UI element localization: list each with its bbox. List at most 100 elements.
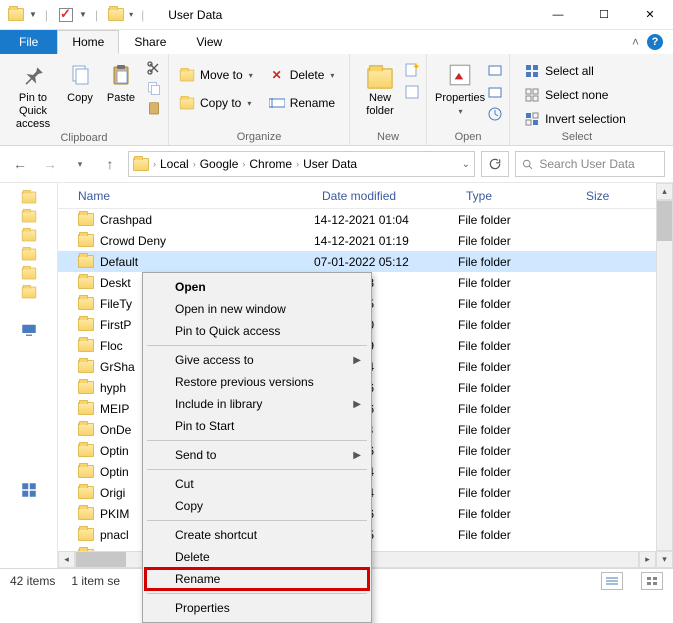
chevron-right-icon: ▶	[353, 399, 361, 410]
column-date[interactable]: Date modified	[314, 189, 458, 203]
ctx-delete[interactable]: Delete	[145, 546, 369, 568]
ctx-pin-start[interactable]: Pin to Start	[145, 415, 369, 437]
chevron-right-icon[interactable]: ›	[296, 159, 299, 169]
breadcrumb[interactable]: User Data	[303, 157, 357, 171]
tree-folder-icon[interactable]	[21, 211, 35, 223]
invert-selection-button[interactable]: Invert selection	[520, 110, 630, 128]
select-none-label: Select none	[545, 88, 608, 102]
tree-folder-icon[interactable]	[21, 287, 35, 299]
column-name[interactable]: Name	[58, 189, 314, 203]
ctx-open-new-window[interactable]: Open in new window	[145, 298, 369, 320]
tab-share[interactable]: Share	[119, 30, 181, 54]
qat-caret-icon[interactable]: ▼	[79, 10, 87, 19]
tree-folder-icon[interactable]	[21, 192, 35, 204]
chevron-right-icon[interactable]: ›	[242, 159, 245, 169]
this-pc-icon[interactable]	[20, 321, 38, 339]
column-size[interactable]: Size	[578, 189, 632, 203]
search-box[interactable]	[515, 151, 665, 177]
ctx-open[interactable]: Open	[145, 276, 369, 298]
copy-to-button[interactable]: Copy to ▾	[175, 94, 257, 112]
tree-folder-icon[interactable]	[21, 249, 35, 261]
edit-icon[interactable]	[487, 84, 503, 100]
back-button[interactable]: ←	[8, 152, 32, 176]
details-view-button[interactable]	[601, 572, 623, 590]
help-icon[interactable]: ?	[647, 34, 663, 50]
address-history-button[interactable]: ⌄	[462, 159, 470, 170]
ctx-rename[interactable]: Rename	[145, 568, 369, 590]
qat-caret-icon[interactable]: ▼	[29, 10, 37, 19]
delete-button[interactable]: ✕ Delete ▾	[265, 66, 339, 84]
rename-button[interactable]: Rename	[265, 94, 339, 112]
large-icons-view-button[interactable]	[641, 572, 663, 590]
tab-file[interactable]: File	[0, 30, 57, 54]
search-input[interactable]	[539, 157, 658, 171]
tree-folder-icon[interactable]	[21, 268, 35, 280]
group-label-organize: Organize	[169, 131, 349, 145]
select-all-button[interactable]: Select all	[520, 62, 630, 80]
properties-checkbox-icon[interactable]	[56, 5, 76, 25]
copy-path-icon[interactable]	[146, 80, 162, 96]
ctx-pin-quick-access[interactable]: Pin to Quick access	[145, 320, 369, 342]
new-item-icon[interactable]: ✦	[404, 62, 420, 78]
forward-button[interactable]: →	[38, 152, 62, 176]
ctx-open-new-label: Open in new window	[175, 302, 286, 316]
select-all-icon	[524, 63, 540, 79]
ctx-cut[interactable]: Cut	[145, 473, 369, 495]
pin-to-quick-access-button[interactable]: Pin to Quick access	[6, 58, 60, 132]
group-label-new: New	[350, 131, 426, 145]
table-row[interactable]: Crashpad14-12-2021 01:04File folder	[58, 209, 656, 230]
separator: |	[141, 8, 144, 22]
chevron-right-icon[interactable]: ›	[153, 159, 156, 169]
minimize-button[interactable]: —	[535, 0, 581, 30]
folder-icon[interactable]	[106, 5, 126, 25]
move-to-button[interactable]: Move to ▾	[175, 66, 257, 84]
scroll-right-icon[interactable]: ▸	[639, 551, 656, 568]
copy-button[interactable]: Copy	[60, 58, 100, 105]
scroll-thumb[interactable]	[76, 552, 126, 567]
ctx-include-library[interactable]: Include in library▶	[145, 393, 369, 415]
ctx-restore-versions[interactable]: Restore previous versions	[145, 371, 369, 393]
address-bar[interactable]: › Local› Google› Chrome› User Data ⌄	[128, 151, 475, 177]
open-icon[interactable]	[487, 62, 503, 78]
ribbon-group-open: Properties ▾ Open	[427, 54, 510, 145]
table-row[interactable]: Default07-01-2022 05:12File folder	[58, 251, 656, 272]
ribbon-collapse-icon[interactable]: ˄	[632, 35, 639, 49]
tab-view[interactable]: View	[181, 30, 237, 54]
scroll-down-icon[interactable]: ▾	[656, 551, 673, 568]
breadcrumb[interactable]: Local	[160, 157, 189, 171]
paste-shortcut-icon[interactable]	[146, 100, 162, 116]
breadcrumb[interactable]: Chrome	[249, 157, 292, 171]
new-folder-button[interactable]: New folder	[356, 58, 404, 118]
ctx-properties[interactable]: Properties	[145, 597, 369, 619]
history-icon[interactable]	[487, 106, 503, 122]
tab-home[interactable]: Home	[57, 30, 119, 54]
ctx-send-to[interactable]: Send to▶	[145, 444, 369, 466]
ctx-copy[interactable]: Copy	[145, 495, 369, 517]
scroll-left-icon[interactable]: ◂	[58, 551, 75, 568]
ctx-give-access[interactable]: Give access to▶	[145, 349, 369, 371]
column-type[interactable]: Type	[458, 189, 578, 203]
properties-button[interactable]: Properties ▾	[433, 58, 487, 117]
qat-overflow-icon[interactable]: ▾	[129, 10, 133, 19]
recent-locations-button[interactable]: ▾	[68, 152, 92, 176]
close-button[interactable]: ✕	[627, 0, 673, 30]
refresh-button[interactable]	[481, 151, 509, 177]
maximize-button[interactable]: ☐	[581, 0, 627, 30]
up-button[interactable]: ↑	[98, 152, 122, 176]
navigation-bar: ← → ▾ ↑ › Local› Google› Chrome› User Da…	[0, 146, 673, 182]
scroll-thumb[interactable]	[657, 201, 672, 241]
select-none-button[interactable]: Select none	[520, 86, 630, 104]
table-row[interactable]: Crowd Deny14-12-2021 01:19File folder	[58, 230, 656, 251]
cut-icon[interactable]	[146, 60, 162, 76]
chevron-right-icon[interactable]: ›	[193, 159, 196, 169]
ctx-create-shortcut[interactable]: Create shortcut	[145, 524, 369, 546]
easy-access-icon[interactable]	[404, 84, 420, 100]
breadcrumb[interactable]: Google	[200, 157, 239, 171]
tree-folder-icon[interactable]	[21, 230, 35, 242]
file-name: FirstP	[100, 318, 131, 332]
scroll-up-icon[interactable]: ▴	[656, 183, 673, 200]
nav-tree[interactable]	[0, 183, 58, 568]
vertical-scrollbar[interactable]: ▴ ▾	[656, 183, 673, 568]
windows-icon[interactable]	[20, 481, 38, 499]
paste-button[interactable]: Paste	[100, 58, 142, 105]
